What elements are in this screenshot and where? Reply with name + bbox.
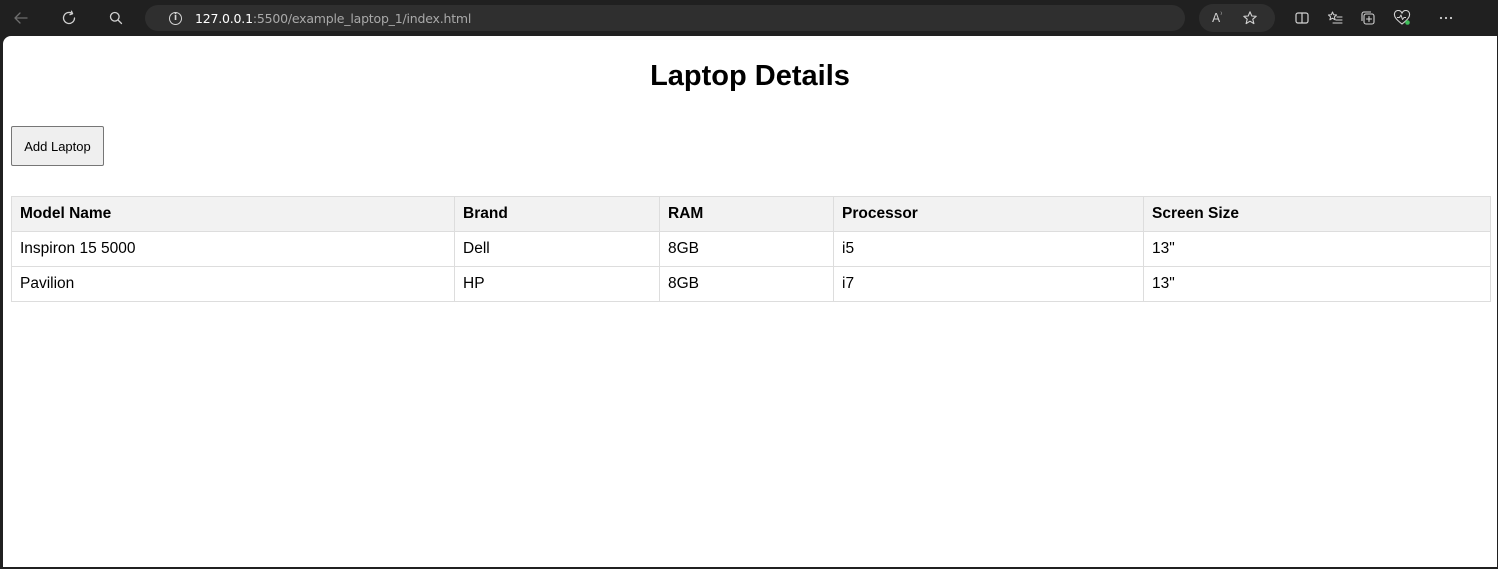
url-text[interactable]: 127.0.0.1:5500/example_laptop_1/index.ht… [195,11,471,26]
table-row: Pavilion HP 8GB i7 13" [11,266,1491,302]
search-button[interactable] [101,4,131,32]
star-icon [1243,11,1257,25]
table-row: Inspiron 15 5000 Dell 8GB i5 13" [11,231,1491,267]
cell-model-name: Inspiron 15 5000 [11,231,455,267]
info-icon[interactable]: i [169,11,182,25]
column-header-processor: Processor [833,196,1144,232]
cell-brand: HP [454,266,660,302]
more-dots-icon [1439,16,1453,20]
column-header-brand: Brand [454,196,660,232]
search-icon [109,11,123,25]
split-screen-icon [1295,12,1309,24]
cell-ram: 8GB [659,266,834,302]
browser-essentials-button[interactable] [1388,4,1416,32]
cell-ram: 8GB [659,231,834,267]
browser-window: i 127.0.0.1:5500/example_laptop_1/index.… [0,0,1498,569]
sound-waves-icon: ⁾ [1220,11,1222,19]
split-screen-button[interactable] [1288,4,1316,32]
column-header-model-name: Model Name [11,196,455,232]
add-laptop-button[interactable]: Add Laptop [11,126,104,166]
favorites-list-icon [1327,11,1343,24]
address-bar[interactable]: i 127.0.0.1:5500/example_laptop_1/index.… [145,5,1185,31]
page-title: Laptop Details [650,60,850,92]
collections-icon [1361,11,1375,25]
cell-processor: i7 [833,266,1144,302]
refresh-icon [62,10,76,25]
favorites-button[interactable] [1321,4,1349,32]
column-header-screen-size: Screen Size [1143,196,1491,232]
read-aloud-letter: A [1212,11,1221,25]
back-button[interactable] [6,4,36,32]
cell-model-name: Pavilion [11,266,455,302]
url-host: 127.0.0.1 [195,10,253,26]
column-header-ram: RAM [659,196,834,232]
cell-brand: Dell [454,231,660,267]
table-header-row: Model Name Brand RAM Processor Screen Si… [11,196,1491,232]
laptop-table: Model Name Brand RAM Processor Screen Si… [11,196,1491,302]
browser-toolbar: i 127.0.0.1:5500/example_laptop_1/index.… [0,0,1498,36]
read-aloud-button[interactable]: A⁾ [1203,4,1231,32]
cell-screen-size: 13" [1143,231,1491,267]
cell-processor: i5 [833,231,1144,267]
heart-pulse-icon [1393,10,1411,25]
cell-screen-size: 13" [1143,266,1491,302]
refresh-button[interactable] [54,4,84,32]
arrow-left-icon [14,12,28,24]
favorite-button[interactable] [1236,4,1264,32]
page-viewport: Laptop Details Add Laptop Model Name Bra… [3,36,1497,567]
url-path: :5500/example_laptop_1/index.html [252,10,472,26]
collections-button[interactable] [1354,4,1382,32]
read-aloud-icon: A⁾ [1212,11,1222,25]
more-menu-button[interactable] [1432,4,1460,32]
